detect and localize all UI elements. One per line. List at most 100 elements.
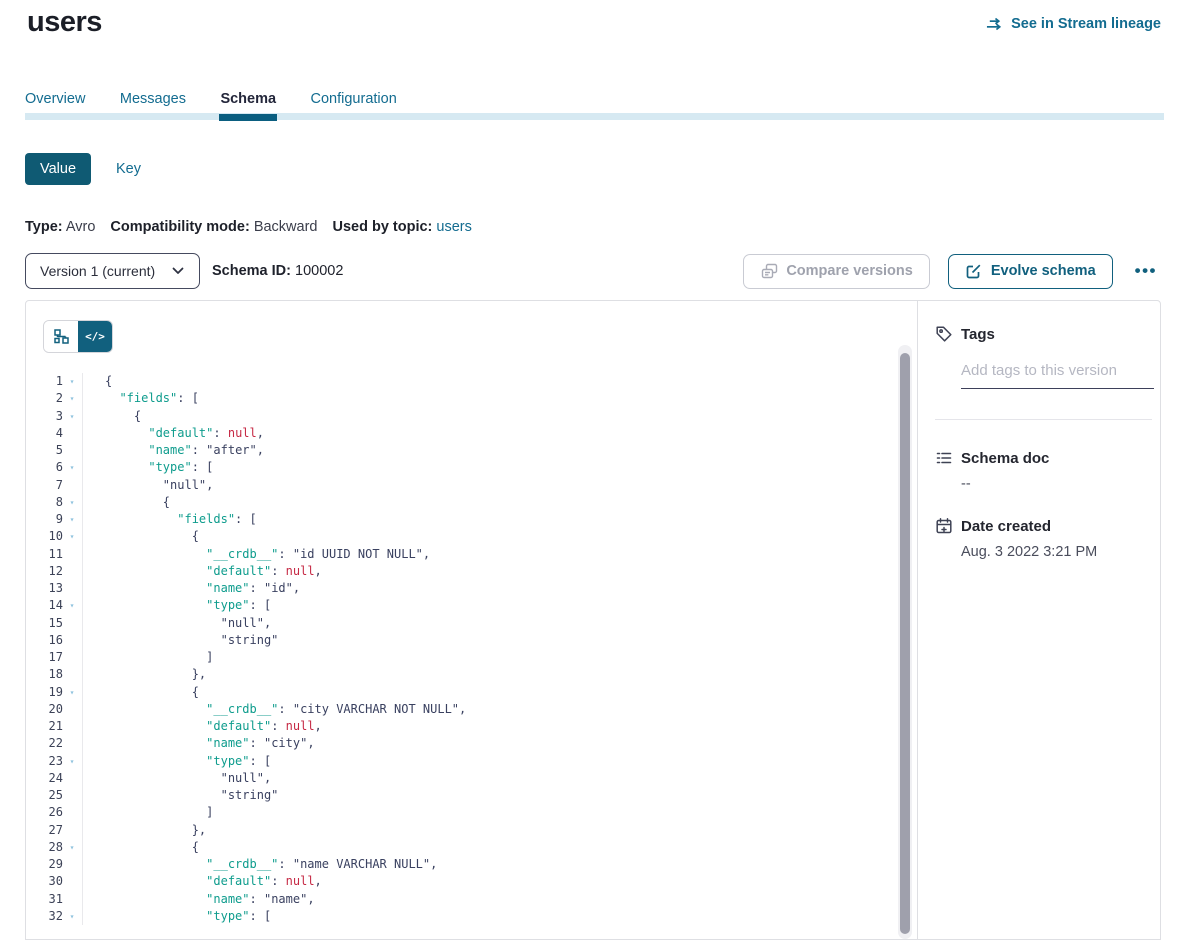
fold-spacer [63, 718, 81, 735]
line-number: 27 [26, 822, 63, 839]
chevron-down-icon [169, 262, 187, 280]
code-text: "type": [ [83, 459, 213, 476]
tab-configuration[interactable]: Configuration [311, 91, 397, 113]
line-number: 28 [26, 839, 63, 856]
calendar-plus-icon [935, 517, 953, 535]
gutter-cell: 26 [26, 804, 83, 821]
type-value: Avro [66, 219, 96, 235]
tree-view-button[interactable] [44, 321, 78, 352]
line-number: 13 [26, 580, 63, 597]
gutter-cell: 19▾ [26, 684, 83, 701]
fold-arrow-icon[interactable]: ▾ [63, 908, 81, 925]
code-line: 30 "default": null, [26, 873, 917, 890]
tab-schema-label: Schema [220, 91, 276, 107]
fold-arrow-icon[interactable]: ▾ [63, 511, 81, 528]
fold-arrow-icon[interactable]: ▾ [63, 459, 81, 476]
version-select[interactable]: Version 1 (current) [25, 253, 200, 289]
code-text: "type": [ [83, 597, 271, 614]
topic-link[interactable]: users [436, 219, 471, 235]
fold-spacer [63, 563, 81, 580]
code-line: 6▾ "type": [ [26, 459, 917, 476]
compatibility-label: Compatibility mode: [110, 219, 249, 235]
schema-id: Schema ID: 100002 [212, 263, 343, 279]
code-text: ] [83, 649, 213, 666]
fold-arrow-icon[interactable]: ▾ [63, 839, 81, 856]
gutter-cell: 21 [26, 718, 83, 735]
scrollbar-thumb[interactable] [900, 353, 910, 934]
line-number: 32 [26, 908, 63, 925]
line-number: 1 [26, 373, 63, 390]
code-line: 19▾ { [26, 684, 917, 701]
code-line: 7 "null", [26, 477, 917, 494]
evolve-schema-button[interactable]: Evolve schema [948, 254, 1113, 289]
line-number: 18 [26, 666, 63, 683]
fold-arrow-icon[interactable]: ▾ [63, 597, 81, 614]
line-number: 22 [26, 735, 63, 752]
tab-schema[interactable]: Schema [220, 91, 276, 113]
code-text: "default": null, [83, 718, 322, 735]
date-created-section: Date created Aug. 3 2022 3:21 PM [935, 517, 1152, 560]
fold-arrow-icon[interactable]: ▾ [63, 408, 81, 425]
gutter-cell: 14▾ [26, 597, 83, 614]
code-text: ] [83, 804, 213, 821]
fold-spacer [63, 822, 81, 839]
gutter-cell: 5 [26, 442, 83, 459]
fold-arrow-icon[interactable]: ▾ [63, 494, 81, 511]
tab-overview[interactable]: Overview [25, 91, 85, 113]
compare-versions-button[interactable]: Compare versions [743, 254, 930, 289]
fold-spacer [63, 580, 81, 597]
code-line: 15 "null", [26, 615, 917, 632]
type-item: Type: Avro [25, 219, 95, 235]
scrollbar-track[interactable] [898, 345, 912, 939]
code-editor[interactable]: 1▾{2▾ "fields": [3▾ {4 "default": null,5… [26, 373, 917, 939]
more-actions-button[interactable]: ••• [1131, 261, 1161, 281]
code-line: 1▾{ [26, 373, 917, 390]
schema-code-panel: </> 1▾{2▾ "fields": [3▾ {4 "default": nu… [26, 301, 917, 939]
tab-messages[interactable]: Messages [120, 91, 186, 113]
line-number: 29 [26, 856, 63, 873]
gutter-cell: 22 [26, 735, 83, 752]
gutter-cell: 15 [26, 615, 83, 632]
stream-lineage-link[interactable]: See in Stream lineage [986, 15, 1161, 33]
code-line: 3▾ { [26, 408, 917, 425]
fold-spacer [63, 632, 81, 649]
controls-row: Version 1 (current) Schema ID: 100002 Co… [25, 253, 1161, 289]
gutter-cell: 20 [26, 701, 83, 718]
line-number: 7 [26, 477, 63, 494]
stream-lineage-icon [986, 15, 1004, 33]
gutter-cell: 6▾ [26, 459, 83, 476]
code-line: 32▾ "type": [ [26, 908, 917, 925]
code-text: { [83, 684, 199, 701]
value-tab-button[interactable]: Value [25, 153, 91, 185]
gutter-cell: 18 [26, 666, 83, 683]
gutter-cell: 32▾ [26, 908, 83, 925]
code-text: { [83, 408, 141, 425]
code-text: { [83, 528, 199, 545]
code-view-button[interactable]: </> [78, 321, 112, 352]
gutter-cell: 30 [26, 873, 83, 890]
fold-arrow-icon[interactable]: ▾ [63, 390, 81, 407]
compare-versions-icon [760, 262, 778, 280]
gutter-cell: 16 [26, 632, 83, 649]
key-tab-button[interactable]: Key [116, 161, 141, 177]
line-number: 5 [26, 442, 63, 459]
date-created-title: Date created [961, 518, 1051, 535]
fold-arrow-icon[interactable]: ▾ [63, 373, 81, 390]
fold-spacer [63, 649, 81, 666]
code-line: 31 "name": "name", [26, 891, 917, 908]
line-number: 6 [26, 459, 63, 476]
fold-arrow-icon[interactable]: ▾ [63, 753, 81, 770]
code-line: 4 "default": null, [26, 425, 917, 442]
tags-title: Tags [961, 326, 995, 343]
gutter-cell: 8▾ [26, 494, 83, 511]
tags-input[interactable] [961, 362, 1154, 389]
code-line: 16 "string" [26, 632, 917, 649]
fold-arrow-icon[interactable]: ▾ [63, 684, 81, 701]
code-line: 27 }, [26, 822, 917, 839]
gutter-cell: 17 [26, 649, 83, 666]
fold-arrow-icon[interactable]: ▾ [63, 528, 81, 545]
fold-spacer [63, 770, 81, 787]
gutter-cell: 25 [26, 787, 83, 804]
gutter-cell: 3▾ [26, 408, 83, 425]
fold-spacer [63, 546, 81, 563]
